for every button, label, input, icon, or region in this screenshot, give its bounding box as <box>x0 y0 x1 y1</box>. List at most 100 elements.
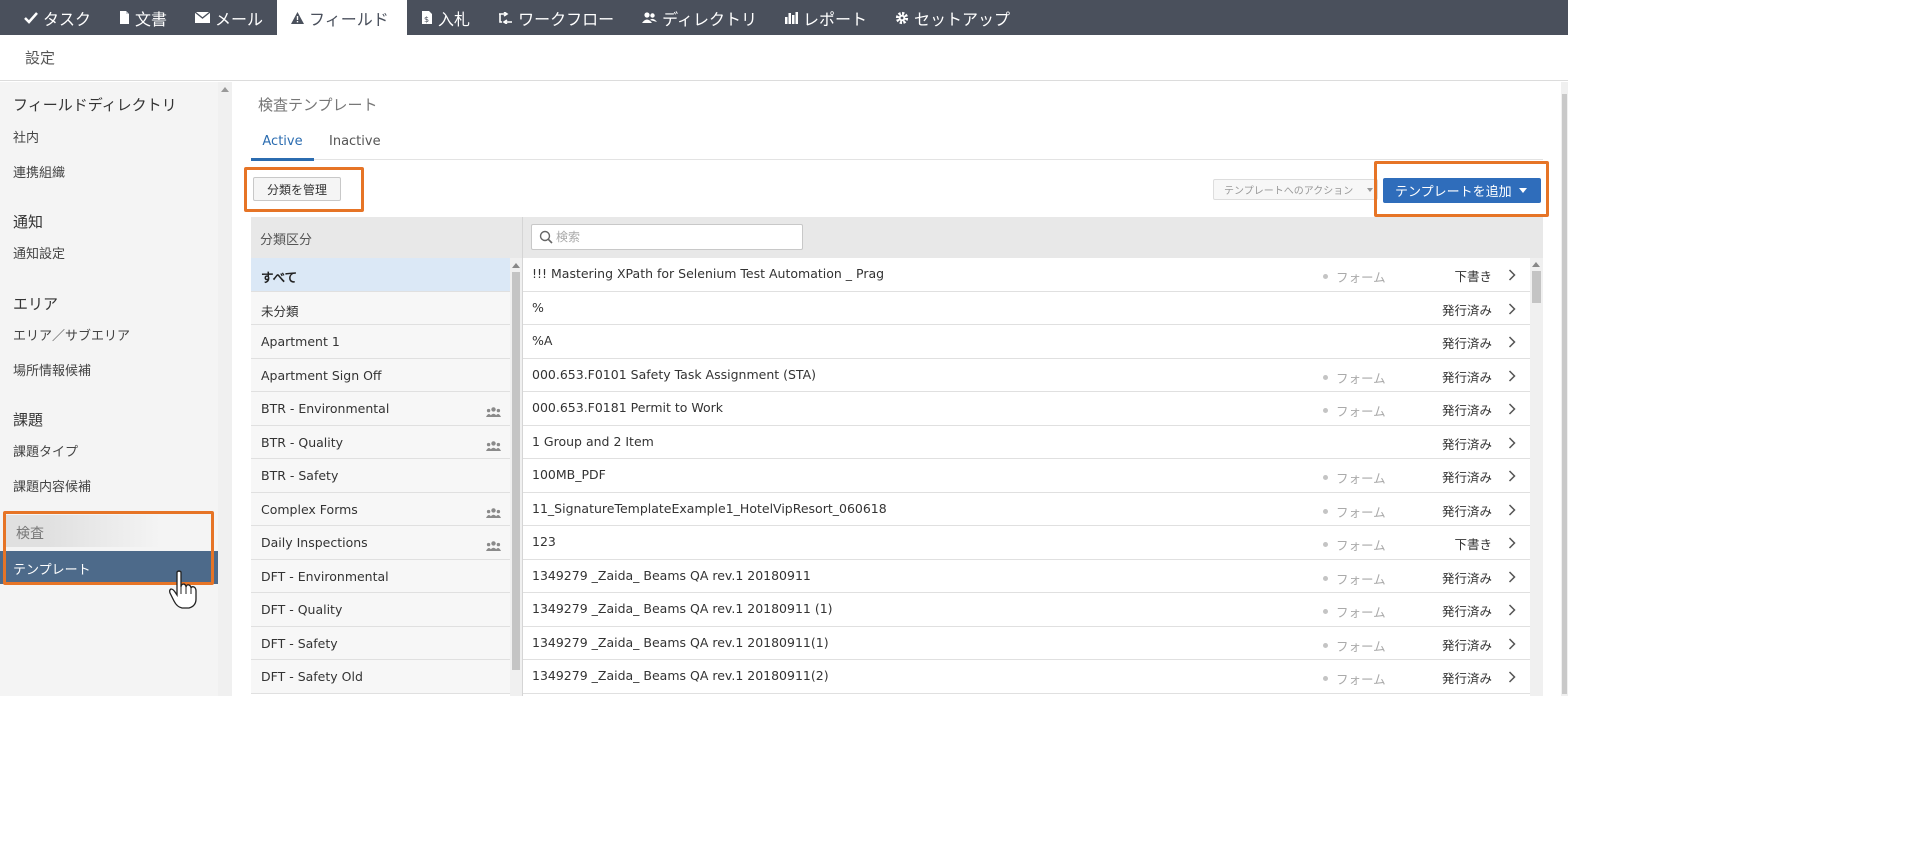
template-row[interactable]: 1 Group and 2 Item 発行済み <box>523 425 1530 459</box>
template-type: フォーム <box>1323 535 1386 554</box>
template-type: フォーム <box>1323 502 1386 521</box>
category-row[interactable]: Complex Forms <box>251 492 510 526</box>
scroll-thumb[interactable] <box>1532 271 1541 303</box>
chevron-right-icon[interactable] <box>1508 637 1516 650</box>
category-row[interactable]: BTR - Safety <box>251 459 510 493</box>
template-row[interactable]: 1349279 _Zaida_ Beams QA rev.1 20180911(… <box>523 660 1530 694</box>
template-type: フォーム <box>1323 468 1386 487</box>
nav-documents[interactable]: 文書 <box>105 0 181 35</box>
template-name: 100MB_PDF <box>532 467 606 482</box>
search-input[interactable] <box>556 228 796 246</box>
category-row[interactable]: DFT - Safety Old <box>251 660 510 694</box>
template-row[interactable]: 1349279 _Zaida_ Beams QA rev.1 20180911(… <box>523 626 1530 660</box>
chevron-right-icon[interactable] <box>1508 537 1516 549</box>
template-row[interactable]: 000.653.F0181 Permit to Work フォーム 発行済み <box>523 392 1530 426</box>
template-row[interactable]: 000.653.F0101 Safety Task Assignment (ST… <box>523 358 1530 392</box>
chevron-right-icon[interactable] <box>1508 604 1516 616</box>
category-label: BTR - Environmental <box>261 401 390 416</box>
nav-field[interactable]: フィールド <box>277 0 408 35</box>
bullet-dot-icon <box>1323 542 1328 547</box>
category-scrollbar[interactable] <box>510 258 523 696</box>
bullet-dot-icon <box>1323 676 1328 681</box>
sidebar-heading-field-directory: フィールドディレクトリ <box>13 96 177 114</box>
category-row[interactable]: BTR - Quality <box>251 425 510 459</box>
sidebar-item-location-candidates[interactable]: 場所情報候補 <box>13 360 91 379</box>
sidebar-item-internal[interactable]: 社内 <box>13 127 39 146</box>
template-list-scrollbar[interactable] <box>1530 258 1543 696</box>
template-type-label: フォーム <box>1336 638 1386 654</box>
template-actions-button[interactable]: テンプレートへのアクション <box>1213 179 1378 200</box>
category-row[interactable]: BTR - Environmental <box>251 392 510 426</box>
group-icon <box>486 504 501 523</box>
template-status: 発行済み <box>1441 503 1492 519</box>
page-title: 検査テンプレート <box>258 96 378 114</box>
sidebar-item-notification-settings[interactable]: 通知設定 <box>13 243 65 262</box>
category-row[interactable]: Daily Inspections <box>251 526 510 560</box>
nav-directory[interactable]: ディレクトリ <box>628 0 771 35</box>
chevron-right-icon[interactable] <box>1508 470 1516 482</box>
scroll-thumb[interactable] <box>1562 94 1567 694</box>
category-row[interactable]: DFT - Safety <box>251 626 510 660</box>
sidebar-item-issue-types[interactable]: 課題タイプ <box>13 441 78 460</box>
group-icon <box>486 537 501 556</box>
nav-mail[interactable]: メール <box>181 0 277 35</box>
template-row[interactable]: % 発行済み <box>523 291 1530 325</box>
bullet-dot-icon <box>1323 642 1328 648</box>
search-field[interactable] <box>531 224 803 250</box>
nav-setup[interactable]: セットアップ <box>881 0 1024 35</box>
chevron-right-icon[interactable] <box>1508 336 1516 348</box>
nav-field-label: フィールド <box>309 9 389 29</box>
nav-reports[interactable]: レポート <box>771 0 881 35</box>
template-type: フォーム <box>1323 569 1386 588</box>
category-row[interactable]: すべて <box>251 258 510 292</box>
document-icon <box>120 11 130 24</box>
tab-inactive[interactable]: Inactive <box>329 134 381 149</box>
chevron-right-icon[interactable] <box>1508 269 1516 281</box>
template-row[interactable]: %A 発行済み <box>523 325 1530 359</box>
template-type-label: フォーム <box>1336 471 1386 486</box>
category-row[interactable]: DFT - Environmental <box>251 559 510 593</box>
template-type-label: フォーム <box>1336 404 1386 419</box>
page-scrollbar[interactable] <box>1561 82 1568 696</box>
chevron-down-icon <box>1367 188 1373 192</box>
tab-active[interactable]: Active <box>251 134 314 161</box>
chevron-right-icon[interactable] <box>1508 671 1516 683</box>
chevron-right-icon[interactable] <box>1508 436 1516 449</box>
template-row[interactable]: 1349279 _Zaida_ Beams QA rev.1 20180911 フ… <box>523 559 1530 593</box>
category-row[interactable]: Apartment 1 <box>251 325 510 359</box>
scroll-thumb[interactable] <box>512 272 520 670</box>
nav-bid[interactable]: $ 入札 <box>407 0 484 35</box>
scroll-up-arrow-icon[interactable] <box>512 263 520 268</box>
category-row[interactable]: Apartment Sign Off <box>251 358 510 392</box>
category-label: Daily Inspections <box>261 535 368 550</box>
template-row[interactable]: 11_SignatureTemplateExample1_HotelVipRes… <box>523 492 1530 526</box>
template-row[interactable]: 123 フォーム 下書き <box>523 526 1530 560</box>
template-type: フォーム <box>1323 636 1386 655</box>
sidebar-item-issue-content-candidates[interactable]: 課題内容候補 <box>13 476 91 495</box>
scroll-up-arrow-icon[interactable] <box>221 87 229 92</box>
template-row[interactable]: !!! Mastering XPath for Selenium Test Au… <box>523 258 1530 292</box>
template-row[interactable]: 1349279 _Zaida_ Beams QA rev.1 20180911 … <box>523 593 1530 627</box>
mail-icon <box>195 12 211 23</box>
chevron-right-icon[interactable] <box>1508 403 1516 415</box>
settings-title: 設定 <box>25 49 56 67</box>
template-type: フォーム <box>1323 669 1386 688</box>
category-row[interactable]: 未分類 <box>251 291 510 325</box>
category-row[interactable]: DFT - Quality <box>251 593 510 627</box>
template-name: 1 Group and 2 Item <box>532 433 654 449</box>
chevron-right-icon[interactable] <box>1508 503 1516 516</box>
template-row[interactable]: 100MB_PDF フォーム 発行済み <box>523 459 1530 493</box>
bullet-dot-icon <box>1323 508 1328 514</box>
template-status: 発行済み <box>1441 403 1492 418</box>
nav-tasks[interactable]: タスク <box>0 0 105 35</box>
category-header-label: 分類区分 <box>260 233 313 248</box>
template-name: 123 <box>532 534 556 549</box>
chevron-right-icon[interactable] <box>1508 570 1516 583</box>
scroll-up-arrow-icon[interactable] <box>1532 262 1540 267</box>
sidebar-item-area-subarea[interactable]: エリア／サブエリア <box>13 325 130 344</box>
chevron-right-icon[interactable] <box>1508 369 1516 382</box>
nav-workflow[interactable]: ワークフロー <box>484 0 628 35</box>
sidebar-item-partner-orgs[interactable]: 連携組織 <box>13 162 65 181</box>
chevron-right-icon[interactable] <box>1508 302 1516 315</box>
sidebar-scrollbar[interactable] <box>218 82 232 696</box>
